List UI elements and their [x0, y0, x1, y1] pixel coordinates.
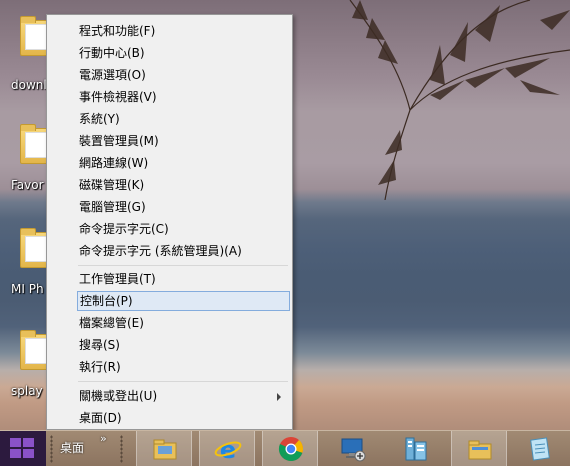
menu-item-shutdown-signout[interactable]: 關機或登出(U) [79, 386, 289, 406]
menu-separator [78, 265, 288, 266]
menu-item-run[interactable]: 執行(R) [79, 357, 121, 377]
menu-item-command-prompt[interactable]: 命令提示字元(C) [79, 219, 169, 239]
internet-explorer-icon: e [214, 436, 242, 463]
svg-text:e: e [220, 436, 236, 463]
desktop-icon-favorites[interactable]: Favor [8, 124, 52, 192]
toolbar-overflow-button[interactable]: » [100, 432, 107, 445]
menu-item-label: 關機或登出(U) [79, 389, 158, 403]
desktop-icon-label: splay [11, 384, 43, 398]
file-explorer-icon [153, 439, 177, 460]
menu-item-computer-management[interactable]: 電腦管理(G) [79, 197, 146, 217]
menu-item-power-options[interactable]: 電源選項(O) [79, 65, 146, 85]
taskbar-folder[interactable] [451, 431, 507, 466]
desktop-icon-label: downl [11, 78, 47, 92]
chrome-icon [278, 437, 304, 462]
desktop-toolbar-label[interactable]: 桌面 [60, 439, 84, 456]
server-manager-icon [405, 437, 427, 461]
winx-context-menu: 程式和功能(F) 行動中心(B) 電源選項(O) 事件檢視器(V) 系統(Y) … [46, 14, 293, 430]
remote-desktop-icon [341, 438, 366, 462]
start-button[interactable] [0, 431, 46, 466]
desktop-icon-downloads[interactable]: downl [8, 16, 52, 92]
desktop-icon-label: MI Ph [11, 282, 44, 296]
desktop-icon-mi-phone[interactable]: MI Ph [8, 228, 52, 296]
menu-item-file-explorer[interactable]: 檔案總管(E) [79, 313, 144, 333]
menu-item-event-viewer[interactable]: 事件檢視器(V) [79, 87, 157, 107]
palm-leaves-wallpaper [349, 0, 570, 200]
toolbar-grip[interactable] [50, 435, 53, 463]
menu-item-programs-features[interactable]: 程式和功能(F) [79, 21, 155, 41]
menu-item-search[interactable]: 搜尋(S) [79, 335, 120, 355]
toolbar-grip[interactable] [120, 435, 123, 463]
menu-item-disk-management[interactable]: 磁碟管理(K) [79, 175, 144, 195]
taskbar-notepad[interactable] [512, 431, 568, 466]
menu-item-action-center[interactable]: 行動中心(B) [79, 43, 145, 63]
menu-item-device-manager[interactable]: 裝置管理員(M) [79, 131, 159, 151]
taskbar-internet-explorer[interactable]: e [199, 431, 255, 466]
folder-icon [468, 440, 492, 460]
menu-item-system[interactable]: 系統(Y) [79, 109, 120, 129]
menu-item-command-prompt-admin[interactable]: 命令提示字元 (系統管理員)(A) [79, 241, 242, 261]
taskbar-remote-desktop[interactable] [325, 431, 381, 466]
taskbar-chrome[interactable] [262, 431, 318, 466]
menu-item-task-manager[interactable]: 工作管理員(T) [79, 269, 156, 289]
taskbar: 桌面 » e [0, 430, 570, 466]
taskbar-file-explorer[interactable] [136, 431, 192, 466]
submenu-arrow-icon [277, 393, 281, 401]
notepad-icon [530, 437, 550, 461]
menu-item-desktop[interactable]: 桌面(D) [79, 408, 122, 428]
desktop-icon-label: Favor [11, 178, 44, 192]
menu-item-control-panel[interactable]: 控制台(P) [77, 291, 290, 311]
windows-logo-icon [10, 438, 36, 460]
desktop-icon-splay[interactable]: splay [8, 330, 52, 398]
taskbar-server-manager[interactable] [388, 431, 444, 466]
menu-item-network-connections[interactable]: 網路連線(W) [79, 153, 148, 173]
menu-separator [78, 381, 288, 382]
